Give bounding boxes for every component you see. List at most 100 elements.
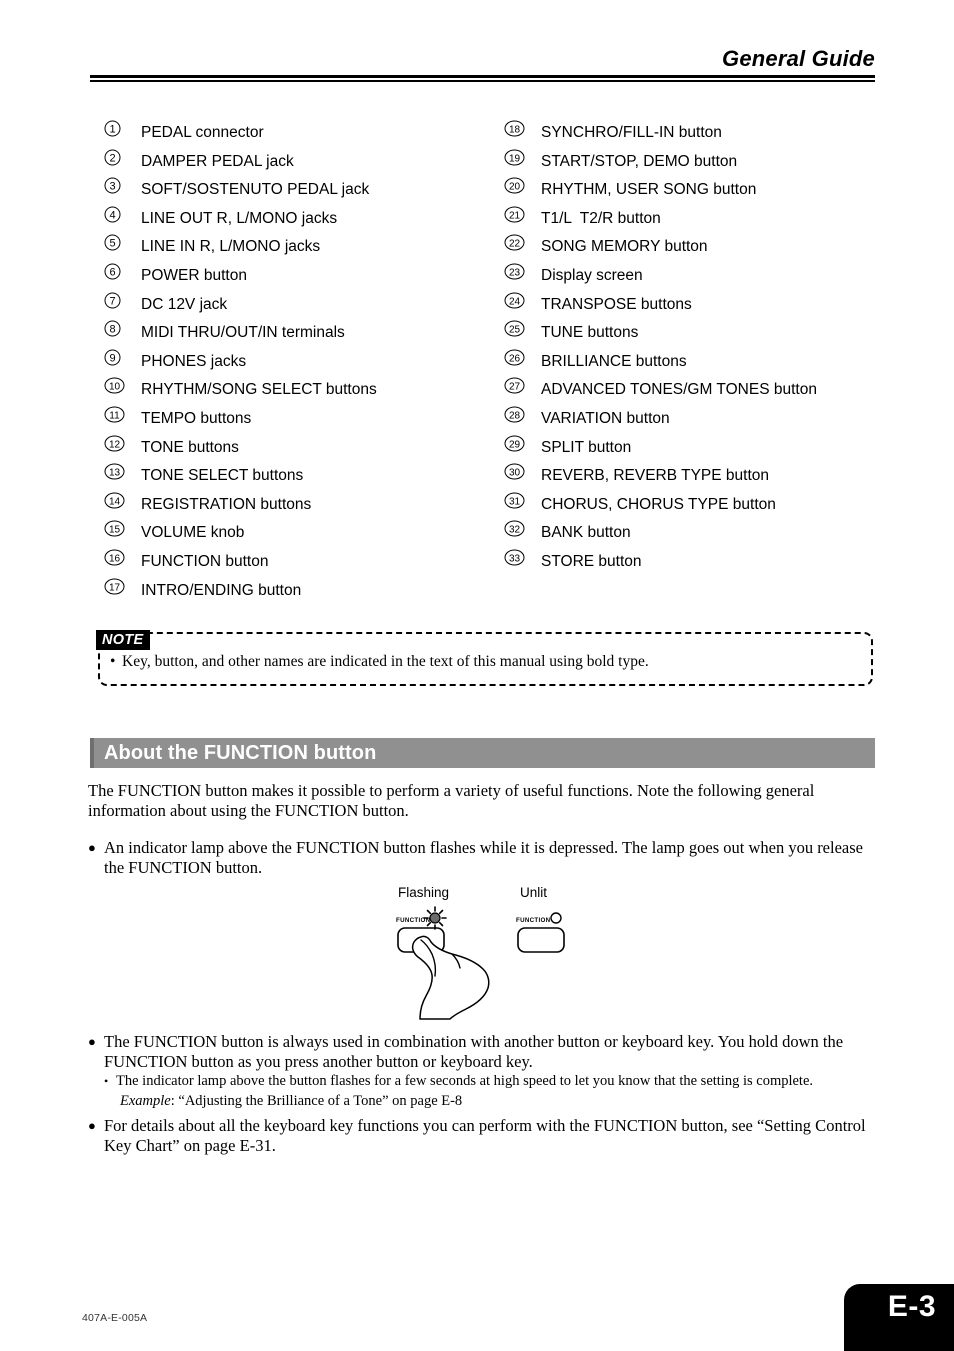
legend-item-number: 22 bbox=[495, 232, 541, 251]
svg-text:29: 29 bbox=[509, 439, 521, 450]
bullet-2-text: The FUNCTION button is always used in co… bbox=[104, 1032, 844, 1071]
svg-text:17: 17 bbox=[109, 582, 121, 593]
page-header: General Guide bbox=[90, 48, 875, 82]
svg-text:25: 25 bbox=[509, 325, 521, 336]
svg-text:15: 15 bbox=[109, 525, 121, 536]
note-bullet: • bbox=[110, 653, 116, 670]
legend-item: 30 REVERB, REVERB TYPE button bbox=[495, 461, 895, 490]
legend-item: 3 SOFT/SOSTENUTO PEDAL jack bbox=[95, 175, 495, 204]
legend-item-label: ADVANCED TONES/GM TONES button bbox=[541, 381, 817, 399]
legend-item-number: 10 bbox=[95, 375, 141, 394]
bullet-2-example: Example: “Adjusting the Brilliance of a … bbox=[88, 1092, 878, 1111]
legend-item: 28 VARIATION button bbox=[495, 404, 895, 433]
legend-item-number: 25 bbox=[495, 318, 541, 337]
legend-item-label: TRANSPOSE buttons bbox=[541, 295, 692, 313]
caption-flashing: Flashing bbox=[398, 885, 450, 900]
legend-item: 22 SONG MEMORY button bbox=[495, 232, 895, 261]
bullet-2-subitem: • The indicator lamp above the button fl… bbox=[88, 1072, 878, 1091]
legend-item-number: 6 bbox=[95, 261, 141, 280]
legend-item: 4 LINE OUT R, L/MONO jacks bbox=[95, 204, 495, 233]
legend-item: 25 TUNE buttons bbox=[495, 318, 895, 347]
legend-item-label: SONG MEMORY button bbox=[541, 238, 708, 256]
legend-item: 9 PHONES jacks bbox=[95, 347, 495, 376]
legend-item: 13 TONE SELECT buttons bbox=[95, 461, 495, 490]
legend-item-label: TONE buttons bbox=[141, 438, 239, 456]
page-number-tab: E-3 bbox=[844, 1284, 954, 1351]
indicator-lamp-lit-icon bbox=[429, 912, 441, 924]
legend-item-number: 28 bbox=[495, 404, 541, 423]
svg-text:19: 19 bbox=[509, 153, 521, 164]
legend-item-number: 5 bbox=[95, 232, 141, 251]
legend-item-number: 33 bbox=[495, 547, 541, 566]
bullet-3-text: For details about all the keyboard key f… bbox=[104, 1116, 866, 1155]
filled-circle-bullet-icon: ● bbox=[88, 1034, 96, 1049]
legend-item-label: STORE button bbox=[541, 552, 642, 570]
svg-text:6: 6 bbox=[109, 266, 115, 278]
legend-item-number: 21 bbox=[495, 204, 541, 223]
bullet-item-1: ● An indicator lamp above the FUNCTION b… bbox=[88, 838, 878, 877]
legend-item-label: VOLUME knob bbox=[141, 524, 245, 542]
legend-item-number: 12 bbox=[95, 433, 141, 452]
legend-item-number: 15 bbox=[95, 518, 141, 537]
legend-item-number: 13 bbox=[95, 461, 141, 480]
legend-item-label: POWER button bbox=[141, 266, 247, 284]
legend-item: 23 Display screen bbox=[495, 261, 895, 290]
legend-item-number: 9 bbox=[95, 347, 141, 366]
svg-text:22: 22 bbox=[509, 239, 521, 250]
svg-text:11: 11 bbox=[109, 410, 120, 421]
svg-text:20: 20 bbox=[509, 182, 521, 193]
legend-item-number: 3 bbox=[95, 175, 141, 194]
header-rule-thin bbox=[90, 80, 875, 82]
legend-item-number: 26 bbox=[495, 347, 541, 366]
svg-text:12: 12 bbox=[109, 439, 121, 450]
legend-item: 33 STORE button bbox=[495, 547, 895, 576]
legend-item-number: 4 bbox=[95, 204, 141, 223]
legend-item-number: 7 bbox=[95, 290, 141, 309]
legend-item-label: RHYTHM/SONG SELECT buttons bbox=[141, 381, 377, 399]
legend-list: 1 PEDAL connector 2 DAMPER PEDAL jack 3 SOFT/… bbox=[95, 118, 895, 604]
svg-text:24: 24 bbox=[509, 296, 521, 307]
legend-item-number: 20 bbox=[495, 175, 541, 194]
section-intro-paragraph: The FUNCTION button makes it possible to… bbox=[88, 781, 815, 820]
legend-item-label: REGISTRATION buttons bbox=[141, 495, 312, 513]
legend-item-label: PHONES jacks bbox=[141, 352, 247, 370]
legend-item: 5 LINE IN R, L/MONO jacks bbox=[95, 232, 495, 261]
legend-item-label: SOFT/SOSTENUTO PEDAL jack bbox=[141, 181, 370, 199]
legend-item-number: 14 bbox=[95, 490, 141, 509]
legend-item-number: 19 bbox=[495, 147, 541, 166]
svg-text:21: 21 bbox=[509, 210, 521, 221]
svg-text:23: 23 bbox=[509, 267, 521, 278]
legend-item-label: Display screen bbox=[541, 266, 643, 284]
legend-item-number: 16 bbox=[95, 547, 141, 566]
svg-text:7: 7 bbox=[109, 295, 115, 307]
legend-item: 12 TONE buttons bbox=[95, 433, 495, 462]
svg-text:28: 28 bbox=[509, 410, 521, 421]
legend-item: 21 T1/L T2/R button bbox=[495, 204, 895, 233]
legend-item: 20 RHYTHM, USER SONG button bbox=[495, 175, 895, 204]
legend-item-number: 29 bbox=[495, 433, 541, 452]
legend-item-label: SYNCHRO/FILL-IN button bbox=[541, 124, 722, 141]
document-code: 407A-E-005A bbox=[82, 1312, 148, 1324]
svg-text:26: 26 bbox=[509, 353, 521, 364]
legend-item-label: TONE SELECT buttons bbox=[141, 467, 304, 485]
legend-item: 2 DAMPER PEDAL jack bbox=[95, 147, 495, 176]
legend-item: 18 SYNCHRO/FILL-IN button bbox=[495, 118, 895, 147]
legend-item: 15 VOLUME knob bbox=[95, 518, 495, 547]
note-text: • Key, button, and other names are indica… bbox=[110, 652, 870, 672]
note-tag: NOTE bbox=[96, 630, 151, 650]
svg-text:3: 3 bbox=[109, 181, 115, 193]
legend-item-number: 11 bbox=[95, 404, 141, 423]
legend-item: 24 TRANSPOSE buttons bbox=[495, 290, 895, 319]
legend-item: 7 DC 12V jack bbox=[95, 290, 495, 319]
legend-item-number: 23 bbox=[495, 261, 541, 280]
legend-item: 1 PEDAL connector bbox=[95, 118, 495, 147]
legend-item-number: 27 bbox=[495, 375, 541, 394]
legend-item: 19 START/STOP, DEMO button bbox=[495, 147, 895, 176]
legend-item-label: CHORUS, CHORUS TYPE button bbox=[541, 495, 776, 513]
legend-item: 8 MIDI THRU/OUT/IN terminals bbox=[95, 318, 495, 347]
legend-item-number: 18 bbox=[495, 118, 541, 137]
illustration-svg: FUNCTION FUNCTION bbox=[396, 906, 565, 1020]
legend-item: 31 CHORUS, CHORUS TYPE button bbox=[495, 490, 895, 519]
filled-circle-bullet-icon: ● bbox=[88, 1118, 96, 1133]
svg-text:16: 16 bbox=[109, 553, 121, 564]
